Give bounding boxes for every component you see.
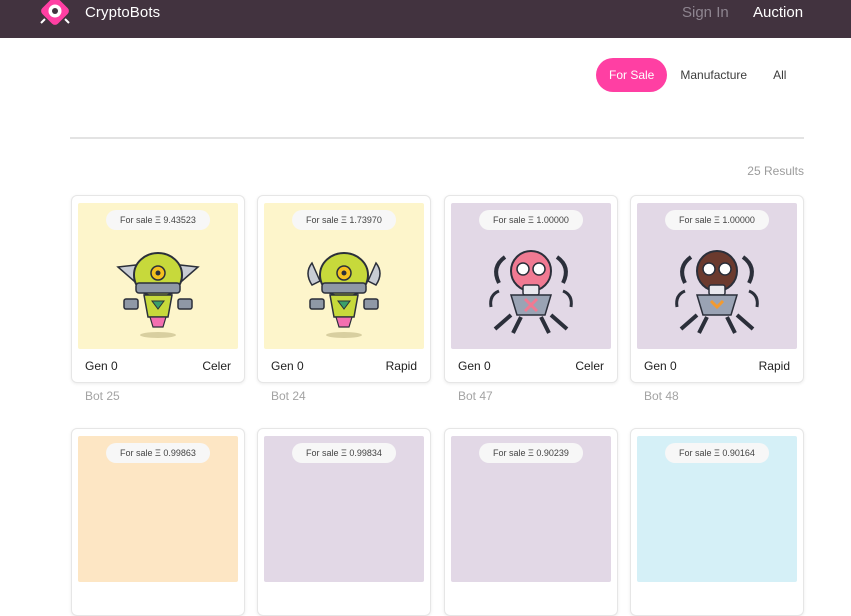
bot-art: For sale Ξ 1.00000 (637, 203, 797, 349)
bot-card[interactable]: For sale Ξ 0.99863 (71, 428, 245, 616)
bot-card[interactable]: For sale Ξ 0.99834 (257, 428, 431, 616)
card-trait: Rapid (758, 359, 790, 373)
filter-tabs: For Sale Manufacture All (596, 58, 799, 92)
bot-card[interactable]: For sale Ξ 9.43523 Gen 0 Celer (71, 195, 245, 383)
bot-name[interactable]: Bot 25 (85, 389, 120, 403)
price-badge: For sale Ξ 9.43523 (106, 210, 210, 230)
divider (70, 137, 804, 139)
filter-manufacture[interactable]: Manufacture (667, 58, 760, 92)
price-badge: For sale Ξ 0.99834 (292, 443, 396, 463)
bot-art: For sale Ξ 1.00000 (451, 203, 611, 349)
cryptobots-logo-icon[interactable] (38, 0, 72, 28)
robot-image (675, 250, 759, 334)
results-count: 25 Results (747, 164, 804, 178)
robot-image (307, 252, 381, 338)
bot-name[interactable]: Bot 47 (458, 389, 493, 403)
filter-for-sale[interactable]: For Sale (596, 58, 668, 92)
bot-name[interactable]: Bot 24 (271, 389, 306, 403)
price-badge: For sale Ξ 1.00000 (479, 210, 583, 230)
robot-image (116, 252, 200, 338)
filter-all[interactable]: All (760, 58, 799, 92)
bot-name[interactable]: Bot 48 (644, 389, 679, 403)
bot-card[interactable]: For sale Ξ 1.00000 Gen 0 Rapid (630, 195, 804, 383)
card-generation: Gen 0 (85, 359, 118, 373)
price-badge: For sale Ξ 0.90164 (665, 443, 769, 463)
bot-art: For sale Ξ 0.90239 (451, 436, 611, 582)
bot-art: For sale Ξ 9.43523 (78, 203, 238, 349)
card-generation: Gen 0 (458, 359, 491, 373)
bot-art: For sale Ξ 0.99863 (78, 436, 238, 582)
bot-art: For sale Ξ 1.73970 (264, 203, 424, 349)
bot-art: For sale Ξ 0.99834 (264, 436, 424, 582)
card-trait: Rapid (385, 359, 417, 373)
card-trait: Celer (575, 359, 604, 373)
card-generation: Gen 0 (271, 359, 304, 373)
price-badge: For sale Ξ 0.99863 (106, 443, 210, 463)
bot-card[interactable]: For sale Ξ 1.73970 Gen 0 Rapid (257, 195, 431, 383)
brand-name[interactable]: CryptoBots (85, 4, 160, 21)
bot-art: For sale Ξ 0.90164 (637, 436, 797, 582)
bot-card[interactable]: For sale Ξ 1.00000 Gen 0 Celer (444, 195, 618, 383)
bot-card[interactable]: For sale Ξ 0.90239 (444, 428, 618, 616)
auction-link[interactable]: Auction (753, 4, 803, 21)
price-badge: For sale Ξ 0.90239 (479, 443, 583, 463)
price-badge: For sale Ξ 1.00000 (665, 210, 769, 230)
sign-in-link[interactable]: Sign In (682, 4, 729, 21)
robot-image (489, 250, 573, 334)
top-navbar: CryptoBots Sign In Auction (0, 0, 851, 38)
card-generation: Gen 0 (644, 359, 677, 373)
bot-card[interactable]: For sale Ξ 0.90164 (630, 428, 804, 616)
price-badge: For sale Ξ 1.73970 (292, 210, 396, 230)
card-trait: Celer (202, 359, 231, 373)
